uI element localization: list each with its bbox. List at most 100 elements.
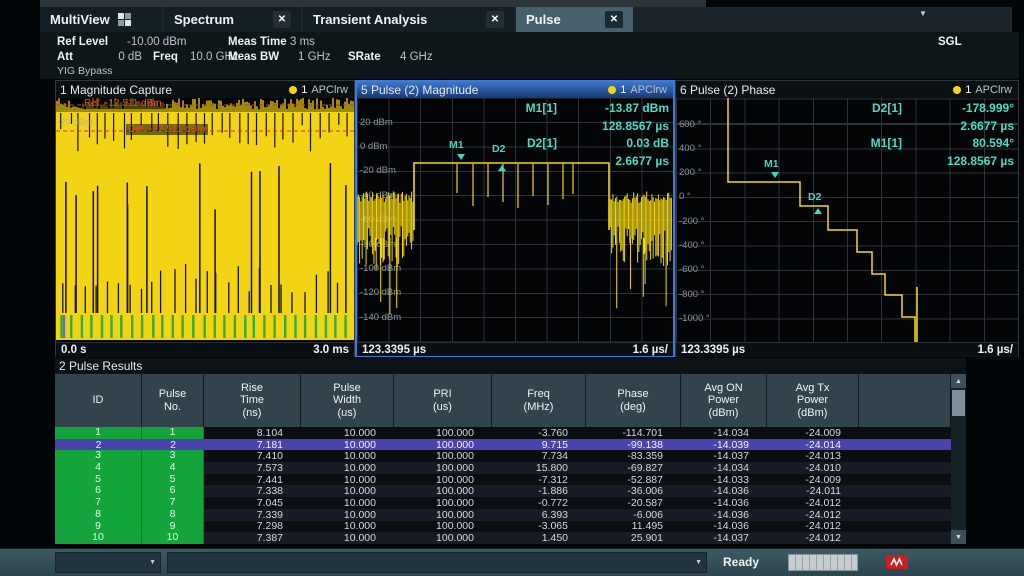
- table-cell: -24.014: [767, 439, 859, 451]
- marker-m1-icon[interactable]: [457, 154, 465, 160]
- table-cell: -3.760: [492, 427, 586, 439]
- att-value[interactable]: 0 dB: [90, 51, 142, 63]
- table-cell: 6.393: [492, 509, 586, 521]
- marker-d2-icon[interactable]: [814, 208, 822, 214]
- table-header-row: IDPulse No.Rise Time (ns)Pulse Width (us…: [55, 374, 951, 427]
- scrollbar-thumb[interactable]: [952, 390, 965, 416]
- table-cell: 9: [142, 521, 204, 533]
- table-cell: -3.065: [492, 520, 586, 532]
- x-axis-bar: 0.0 s 3.0 ms: [56, 342, 354, 357]
- table-cell: -24.012: [767, 497, 859, 509]
- magnitude-plot-area[interactable]: 20 dBm0 dBm-20 dBm-40 dBm-60 dBm-80 dBm-…: [357, 98, 673, 342]
- window-title: 6 Pulse (2) Phase: [680, 83, 775, 97]
- table-cell: 10.000: [301, 485, 394, 497]
- marker-m1-icon[interactable]: [771, 172, 779, 178]
- table-row[interactable]: 10107.38710.000100.0001.45025.901-14.037…: [55, 532, 951, 544]
- table-cell: 4: [55, 462, 142, 474]
- table-row[interactable]: 997.29810.000100.000-3.06511.495-14.036-…: [55, 521, 951, 533]
- tab-pulse[interactable]: Pulse ✕: [516, 7, 633, 32]
- table-cell: -83.359: [586, 450, 681, 462]
- column-header: Freq (MHz): [492, 374, 586, 427]
- table-cell: -24.009: [767, 427, 859, 439]
- table-cell: -36.006: [586, 485, 681, 497]
- column-header: Pulse No.: [142, 374, 204, 427]
- table-cell: 7: [142, 497, 204, 509]
- status-dropdown-left[interactable]: ▼: [55, 552, 161, 573]
- measurement-header: Ref Level -10.00 dBm Meas Time 3 ms SGL …: [40, 32, 1019, 79]
- table-cell: -99.138: [586, 439, 681, 451]
- tab-overflow-dropdown-icon[interactable]: ▼: [912, 5, 934, 21]
- close-icon[interactable]: ✕: [605, 11, 623, 28]
- table-row[interactable]: 227.18110.000100.0009.715-99.138-14.039-…: [55, 439, 951, 451]
- window-titlebar[interactable]: 6 Pulse (2) Phase 1 APClrw: [676, 81, 1018, 98]
- table-row[interactable]: 667.33810.000100.000-1.886-36.006-14.036…: [55, 485, 951, 497]
- progress-indicator: [788, 554, 858, 571]
- trace-number: 1: [301, 84, 307, 96]
- table-cell: -14.036: [681, 509, 767, 521]
- phase-plot-area[interactable]: 600 °400 °200 °0 °-200 °-400 °-600 °-800…: [676, 98, 1018, 342]
- marker-value: -13.87 dBm: [557, 101, 669, 115]
- capture-plot-area[interactable]: -20 dBm Ref. -12.511 dBm Det. -22.511 dB…: [56, 98, 354, 342]
- marker-value: -178.999°: [902, 101, 1014, 115]
- marker-d2-label: D2: [808, 191, 821, 203]
- table-row[interactable]: 557.44110.000100.000-7.312-52.887-14.033…: [55, 474, 951, 486]
- table-row[interactable]: 777.04510.000100.000-0.772-20.587-14.036…: [55, 497, 951, 509]
- scroll-down-icon[interactable]: ▼: [951, 530, 966, 544]
- scroll-up-icon[interactable]: ▲: [951, 374, 966, 388]
- column-header: Pulse Width (us): [301, 374, 394, 427]
- x-start-label: 0.0 s: [61, 344, 87, 356]
- window-title: 1 Magnitude Capture: [60, 83, 172, 97]
- att-label: Att: [57, 51, 73, 63]
- trace-dot-icon: [289, 86, 297, 94]
- x-axis-bar: 123.3395 µs 1.6 µs/: [357, 342, 673, 356]
- column-header: ID: [55, 374, 142, 427]
- table-cell: 11.495: [586, 520, 681, 532]
- table-cell: -24.009: [767, 474, 859, 486]
- table-cell: 10.000: [301, 520, 394, 532]
- meas-bw-value[interactable]: 1 GHz: [298, 51, 331, 63]
- table-cell: 10.000: [301, 474, 394, 486]
- status-message-dropdown[interactable]: ▼: [167, 552, 707, 573]
- table-cell: 7.338: [204, 485, 301, 497]
- table-row[interactable]: 337.41010.000100.0007.734-83.359-14.037-…: [55, 450, 951, 462]
- y-axis-tick: -20 dBm: [57, 117, 93, 128]
- table-row[interactable]: 447.57310.000100.00015.800-69.827-14.034…: [55, 462, 951, 474]
- table-title: 2 Pulse Results: [55, 358, 966, 374]
- table-cell: -114.701: [586, 427, 681, 439]
- table-cell: 10.000: [301, 427, 394, 439]
- tab-spectrum[interactable]: Spectrum ✕: [164, 7, 301, 32]
- ref-level-value[interactable]: -10.00 dBm: [127, 36, 186, 48]
- table-cell: 10.000: [301, 497, 394, 509]
- table-cell: -20.587: [586, 497, 681, 509]
- window-titlebar[interactable]: 1 Magnitude Capture 1 APClrw: [56, 81, 354, 98]
- close-icon[interactable]: ✕: [273, 11, 291, 28]
- table-cell: -14.037: [681, 532, 767, 544]
- table-cell: -24.010: [767, 462, 859, 474]
- trace-badge: 1 APClrw: [953, 84, 1012, 96]
- tab-multiview[interactable]: MultiView: [40, 7, 162, 32]
- close-icon[interactable]: ✕: [486, 11, 504, 28]
- trace-detector: APClrw: [975, 84, 1012, 96]
- column-header: Rise Time (ns): [204, 374, 301, 427]
- meas-time-value[interactable]: 3 ms: [290, 36, 315, 48]
- table-cell: 10.000: [301, 439, 394, 451]
- table-cell: -14.036: [681, 497, 767, 509]
- table-cell: 100.000: [394, 485, 492, 497]
- x-end-label: 3.0 ms: [313, 344, 349, 356]
- tab-transient-analysis[interactable]: Transient Analysis ✕: [303, 7, 514, 32]
- table-cell: 7.734: [492, 450, 586, 462]
- table-cell: -0.772: [492, 497, 586, 509]
- table-row[interactable]: 887.33910.000100.0006.393-6.006-14.036-2…: [55, 509, 951, 521]
- status-bar: ▼ ▼ Ready: [0, 548, 1024, 576]
- table-cell: 7.410: [204, 450, 301, 462]
- window-titlebar[interactable]: 5 Pulse (2) Magnitude 1 APClrw: [357, 82, 673, 98]
- x-scale-label: 1.6 µs/: [978, 344, 1013, 356]
- table-cell: 7.298: [204, 520, 301, 532]
- trace-number: 1: [620, 84, 626, 96]
- table-scrollbar[interactable]: ▲ ▼: [951, 374, 966, 544]
- srate-value[interactable]: 4 GHz: [400, 51, 433, 63]
- window-pulse-magnitude: 5 Pulse (2) Magnitude 1 APClrw 20 dBm0 d…: [355, 80, 675, 357]
- table-row[interactable]: 118.10410.000100.000-3.760-114.701-14.03…: [55, 427, 951, 439]
- table-cell: 1: [142, 427, 204, 439]
- marker-value: 0.03 dB: [557, 136, 669, 150]
